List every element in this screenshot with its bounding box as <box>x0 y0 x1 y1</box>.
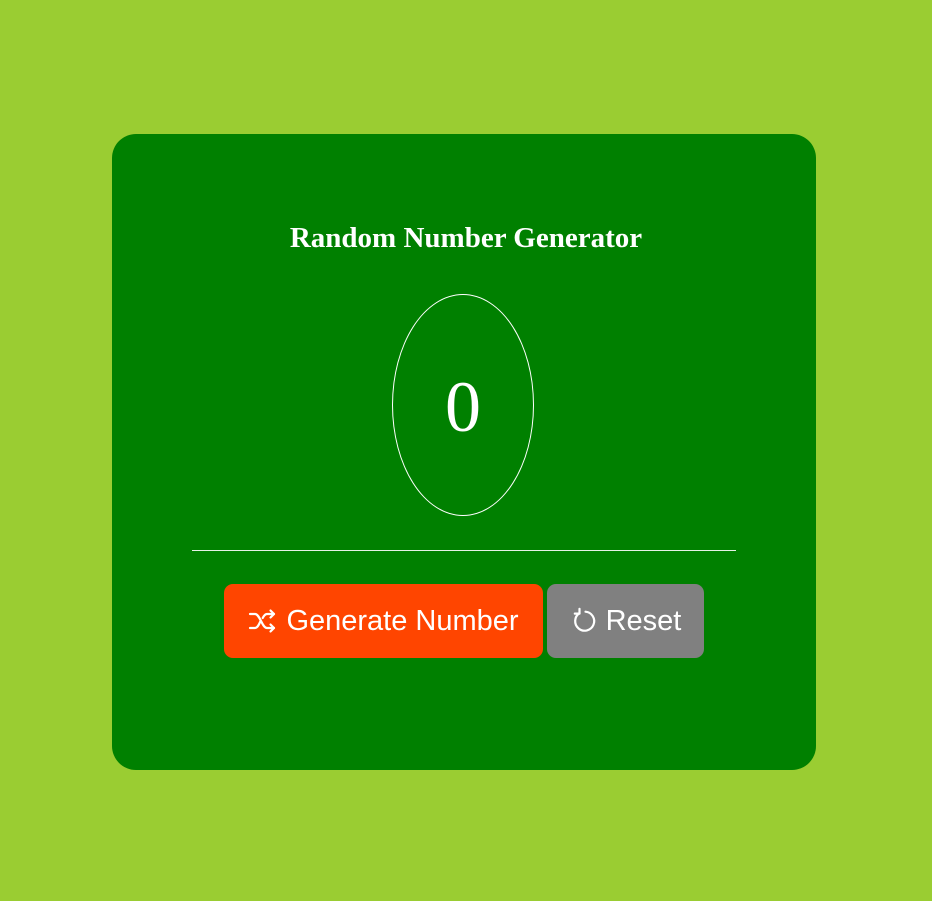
generate-number-label: Generate Number <box>286 604 519 637</box>
number-display: 0 <box>392 294 534 516</box>
generate-number-button[interactable]: Generate Number <box>224 584 543 658</box>
reset-button[interactable]: Reset <box>547 584 704 658</box>
shuffle-icon <box>248 608 278 634</box>
page-title: Random Number Generator <box>289 222 643 254</box>
refresh-icon <box>570 607 598 635</box>
generated-number: 0 <box>445 367 481 447</box>
reset-label: Reset <box>605 604 682 637</box>
divider <box>192 550 736 551</box>
